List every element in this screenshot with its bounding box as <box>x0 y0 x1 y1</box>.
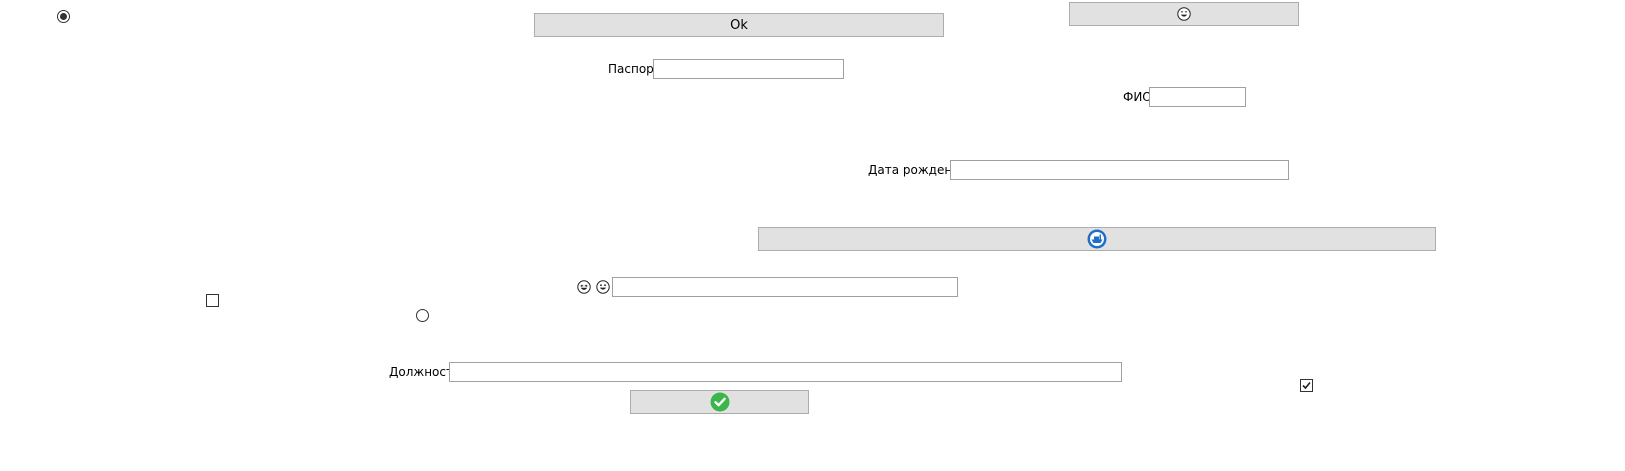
ok-button-label: Ok <box>730 17 748 33</box>
fio-input[interactable] <box>1149 87 1246 107</box>
laughing-face-icon <box>577 280 591 294</box>
radio-button-top[interactable] <box>57 10 70 23</box>
ship-button[interactable] <box>758 227 1436 251</box>
ok-button[interactable]: Ok <box>534 13 944 37</box>
radio-button-middle[interactable] <box>416 309 429 322</box>
radio-dot <box>60 13 67 20</box>
passport-input[interactable] <box>653 59 844 79</box>
emoji-button[interactable] <box>1069 2 1299 26</box>
birth-date-input[interactable] <box>950 160 1289 180</box>
emoji-text-input[interactable] <box>612 277 958 297</box>
confirm-button[interactable] <box>630 390 809 414</box>
checkbox-right[interactable] <box>1300 379 1313 392</box>
checkmark-icon <box>1302 381 1311 390</box>
green-checkmark-icon <box>710 392 729 412</box>
ship-badge-icon <box>1087 229 1107 249</box>
fio-label: ФИО <box>1123 90 1152 104</box>
grinning-face-icon <box>596 280 610 294</box>
grinning-face-icon <box>1177 7 1191 21</box>
checkbox-left[interactable] <box>206 294 219 307</box>
position-input[interactable] <box>449 362 1122 382</box>
